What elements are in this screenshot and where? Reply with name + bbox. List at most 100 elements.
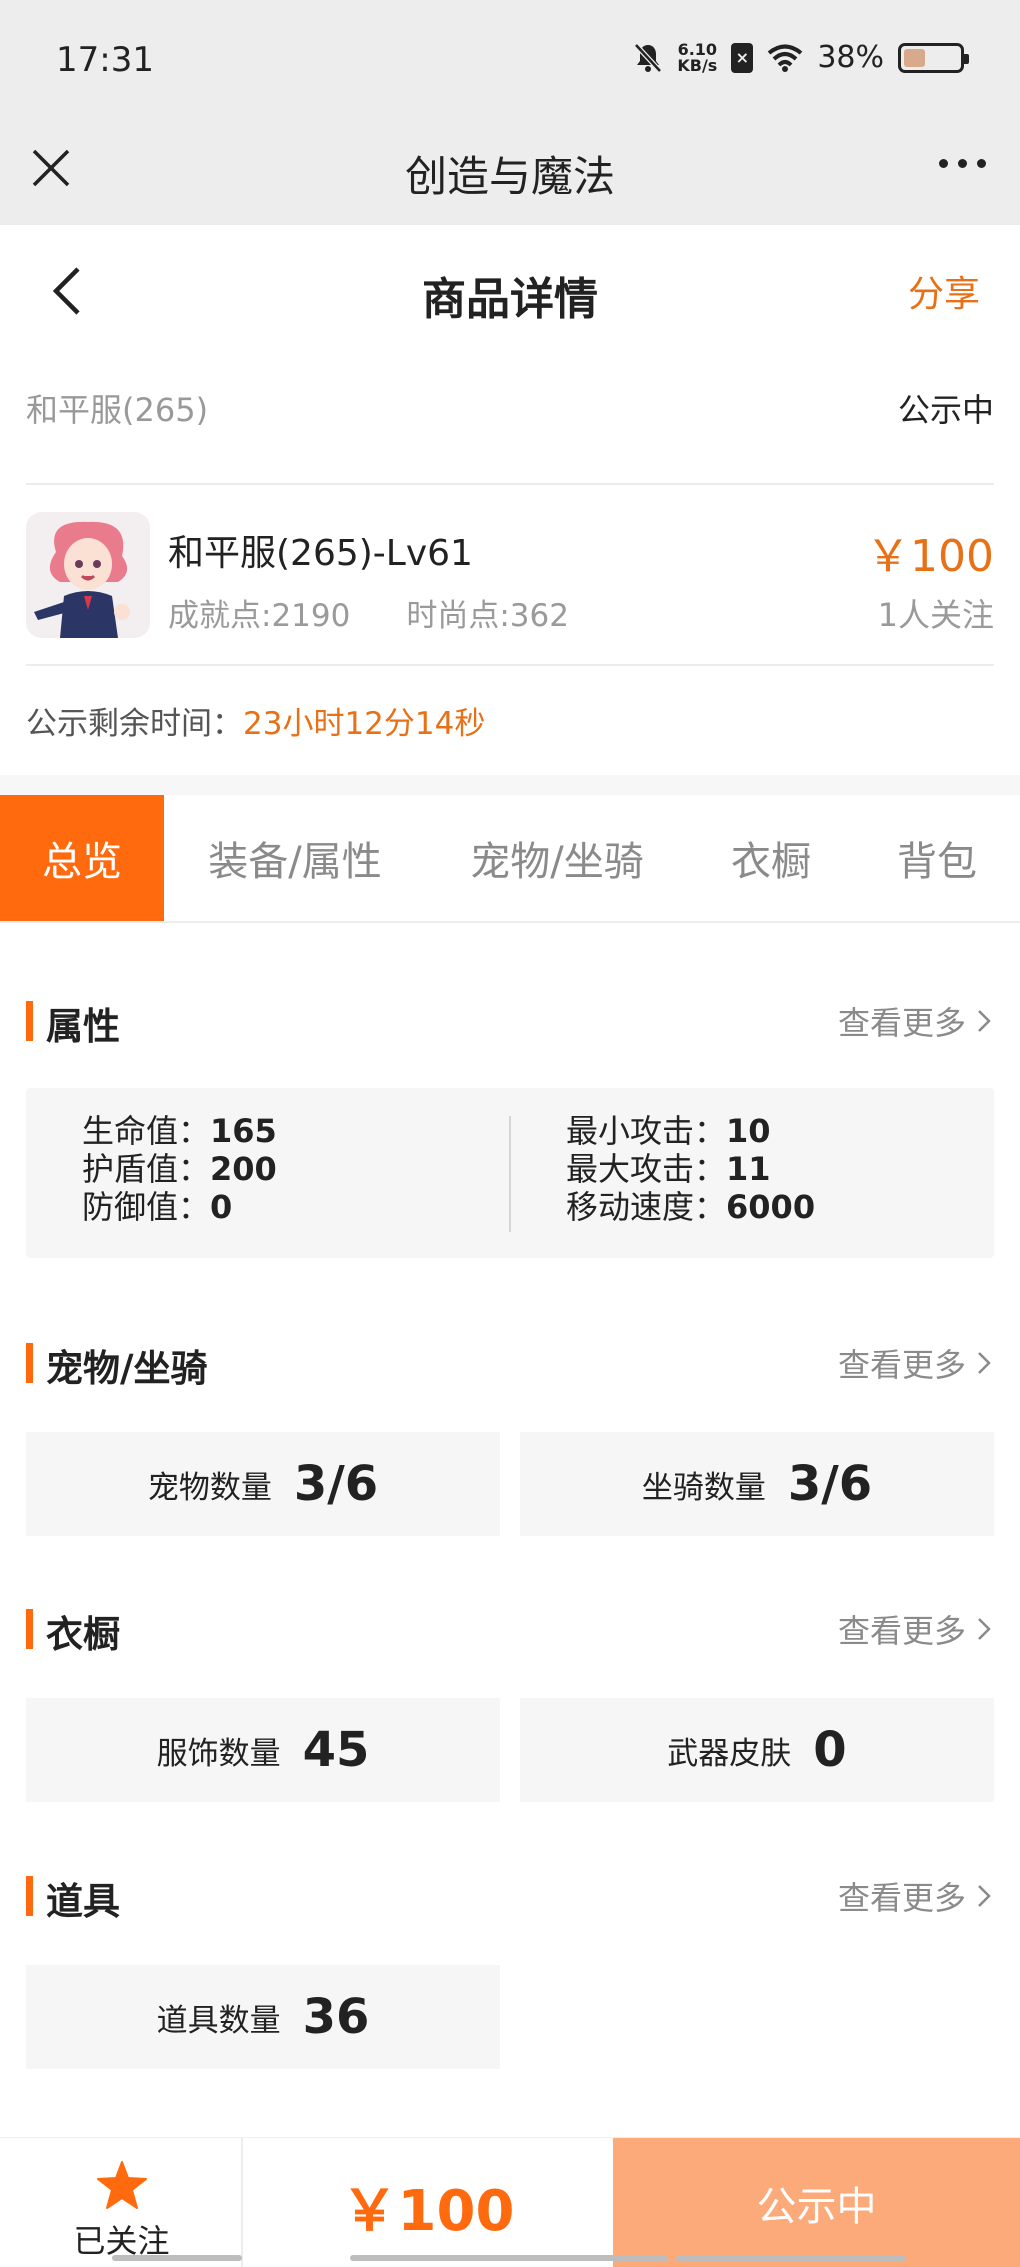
battery-percent: 38%: [817, 40, 884, 75]
product-name: 和平服(265)-Lv61: [168, 533, 473, 574]
item-count-value: 36: [302, 1989, 370, 2045]
listing-meta: 和平服(265) 公示中: [26, 385, 994, 431]
tab-overview[interactable]: 总览: [0, 795, 164, 921]
remaining-time-label: 公示剩余时间：: [26, 706, 243, 742]
more-label: 查看更多: [837, 1879, 966, 1917]
items-more-link[interactable]: 查看更多: [838, 1873, 994, 1919]
weapon-skin-value: 0: [813, 1722, 847, 1778]
attr-value: 0: [210, 1188, 233, 1226]
tab-wardrobe[interactable]: 衣橱: [688, 795, 854, 921]
weapon-skin-label: 武器皮肤: [667, 1735, 792, 1772]
chevron-right-icon: [978, 1885, 991, 1907]
weapon-skin-card: 武器皮肤 0: [520, 1698, 994, 1802]
attr-label: 防御值：: [82, 1188, 211, 1226]
pets-title: 宠物/坐骑: [46, 1347, 208, 1390]
battery-icon: [898, 42, 969, 73]
tab-equipment[interactable]: 装备/属性: [164, 795, 426, 921]
wifi-icon: [768, 44, 803, 72]
attr-row: 防御值：0: [82, 1188, 277, 1226]
attributes-title: 属性: [46, 1005, 120, 1048]
attributes-header: 属性 查看更多: [26, 996, 994, 1048]
sim-off-icon: ×: [731, 42, 754, 73]
wardrobe-more-link[interactable]: 查看更多: [838, 1606, 994, 1652]
item-count-card: 道具数量 36: [26, 1965, 500, 2069]
attr-label: 最大攻击：: [566, 1150, 727, 1188]
status-time: 17:31: [56, 40, 154, 80]
battery-fill: [904, 48, 925, 67]
section-marker: [26, 1343, 33, 1383]
attr-value: 10: [726, 1112, 771, 1150]
attr-value: 11: [726, 1150, 771, 1188]
attr-label: 移动速度：: [566, 1188, 727, 1226]
attr-label: 生命值：: [82, 1112, 211, 1150]
tab-backpack[interactable]: 背包: [854, 795, 1020, 921]
wardrobe-title: 衣橱: [46, 1613, 120, 1656]
page-header: 商品详情 分享: [0, 225, 1020, 355]
divider: [26, 483, 994, 485]
items-header: 道具 查看更多: [26, 1871, 994, 1923]
follow-button[interactable]: 已关注: [0, 2138, 243, 2267]
mount-count-card: 坐骑数量 3/6: [520, 1432, 994, 1536]
tab-pets[interactable]: 宠物/坐骑: [426, 795, 688, 921]
section-marker: [26, 1876, 33, 1916]
status-icons: 6.10 KB/s × 38%: [633, 40, 969, 75]
fashion-points: 时尚点:362: [406, 598, 569, 634]
attr-row: 护盾值：200: [82, 1150, 277, 1188]
product-summary[interactable]: 和平服(265)-Lv61 成就点:2190 时尚点:362 ￥100 1人关注: [26, 508, 994, 642]
pet-count-value: 3/6: [293, 1456, 379, 1512]
attr-value: 165: [210, 1112, 277, 1150]
attr-row: 移动速度：6000: [566, 1188, 815, 1226]
mute-bell-icon: [634, 42, 663, 73]
gesture-indicator: [112, 2255, 242, 2261]
attributes-more-link[interactable]: 查看更多: [838, 998, 994, 1044]
item-count-label: 道具数量: [156, 2002, 281, 2039]
page-title: 商品详情: [422, 274, 598, 325]
status-button[interactable]: 公示中: [613, 2138, 1020, 2267]
attr-label: 护盾值：: [82, 1150, 211, 1188]
more-label: 查看更多: [837, 1004, 966, 1042]
product-price: ￥100: [866, 531, 994, 582]
attributes-separator: [509, 1116, 511, 1232]
app-title: 创造与魔法: [404, 152, 615, 201]
more-label: 查看更多: [837, 1346, 966, 1384]
gesture-indicator: [350, 2255, 668, 2261]
section-marker: [26, 1001, 33, 1041]
follower-count: 1人关注: [877, 596, 994, 634]
pets-header: 宠物/坐骑 查看更多: [26, 1338, 994, 1390]
mini-program-bar: 创造与魔法: [0, 125, 1020, 225]
achievement-points: 成就点:2190: [168, 598, 351, 634]
gesture-indicator: [676, 2255, 906, 2261]
more-label: 查看更多: [837, 1612, 966, 1650]
section-marker: [26, 1609, 33, 1649]
listing-status: 公示中: [897, 391, 994, 429]
bottom-action-bar: 已关注 ￥100 公示中: [0, 2137, 1020, 2267]
outfit-count-label: 服饰数量: [156, 1735, 281, 1772]
tab-bar: 总览 装备/属性 宠物/坐骑 衣橱 背包: [0, 795, 1020, 923]
attr-row: 最大攻击：11: [566, 1150, 815, 1188]
chevron-right-icon: [978, 1618, 991, 1640]
pets-more-link[interactable]: 查看更多: [838, 1340, 994, 1386]
divider: [26, 664, 994, 666]
product-stats: 成就点:2190 时尚点:362: [168, 590, 569, 635]
share-button[interactable]: 分享: [908, 265, 980, 317]
pet-count-card: 宠物数量 3/6: [26, 1432, 500, 1536]
remaining-time-value: 23小时12分14秒: [243, 706, 486, 742]
attr-value: 200: [210, 1150, 277, 1188]
section-gap: [0, 775, 1020, 795]
items-title: 道具: [46, 1880, 120, 1923]
status-bar: 17:31 6.10 KB/s × 38%: [0, 0, 1020, 125]
chevron-right-icon: [978, 1352, 991, 1374]
remaining-time: 公示剩余时间：23小时12分14秒: [26, 698, 485, 743]
net-speed: 6.10 KB/s: [677, 41, 718, 75]
more-menu-icon[interactable]: [939, 159, 986, 168]
bottom-price: ￥100: [341, 2179, 515, 2244]
character-avatar: [26, 512, 150, 638]
attributes-right: 最小攻击：10 最大攻击：11 移动速度：6000: [566, 1112, 815, 1226]
attributes-panel: 生命值：165 护盾值：200 防御值：0 最小攻击：10 最大攻击：11 移动…: [26, 1088, 994, 1258]
net-speed-unit: KB/s: [677, 55, 718, 75]
star-icon: [97, 2161, 147, 2209]
outfit-count-value: 45: [302, 1722, 370, 1778]
attr-row: 生命值：165: [82, 1112, 277, 1150]
server-name: 和平服(265): [26, 391, 209, 429]
outfit-count-card: 服饰数量 45: [26, 1698, 500, 1802]
